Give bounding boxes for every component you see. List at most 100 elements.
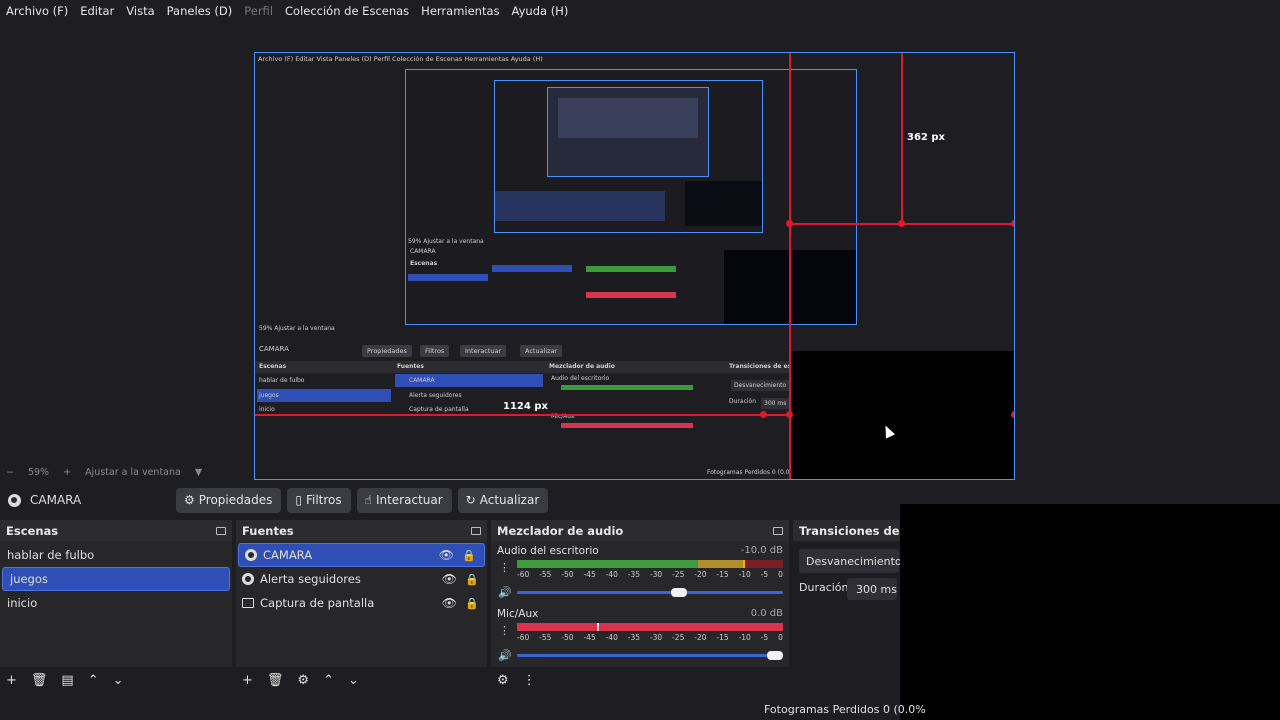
lock-icon[interactable]: 🔒 — [465, 597, 479, 610]
menu-scene-collection[interactable]: Colección de Escenas — [285, 4, 409, 18]
meter-tick-label: -50 — [561, 633, 574, 642]
mixer-dock-header: Mezclador de audio — [491, 520, 789, 541]
speaker-icon[interactable]: 🔊 — [498, 586, 512, 599]
source-item[interactable]: Captura de pantalla 👁 🔒 — [236, 591, 487, 615]
meter-tick-label: -15 — [716, 570, 729, 579]
mixer-title: Mezclador de audio — [497, 523, 624, 538]
preview-canvas[interactable]: Archivo (F) Editar Vista Paneles (D) Per… — [254, 52, 1015, 480]
eye-icon[interactable]: 👁 — [442, 596, 457, 610]
kebab-menu-icon[interactable]: ⋮ — [499, 561, 510, 574]
refresh-button[interactable]: ↻ Actualizar — [457, 487, 549, 513]
gear-icon[interactable]: ⚙ — [297, 673, 309, 688]
fit-window-label[interactable]: Ajustar a la ventana — [85, 467, 181, 478]
transition-select[interactable]: Desvanecimiento — [799, 549, 902, 573]
source-item-selected[interactable]: CAMARA 👁 🔒 — [238, 543, 485, 567]
speaker-icon[interactable]: 🔊 — [498, 649, 512, 662]
scene-item-selected[interactable]: juegos — [2, 567, 230, 591]
filters-button[interactable]: ▯ Filtros — [287, 487, 351, 513]
sources-list: CAMARA 👁 🔒 Alerta seguidores 👁 🔒 Captura… — [236, 541, 487, 667]
eye-icon[interactable]: 👁 — [442, 572, 457, 586]
meter-tick-label: -60 — [517, 633, 530, 642]
add-icon[interactable]: + — [6, 673, 17, 688]
kebab-menu-icon[interactable]: ⋮ — [523, 673, 536, 688]
nested-meter-green — [586, 266, 676, 272]
mini-ch2-meter — [561, 423, 693, 428]
float-dock-icon[interactable] — [471, 526, 481, 535]
meter-tick-label: -10 — [738, 633, 751, 642]
zoom-out-button[interactable]: − — [6, 467, 14, 478]
add-icon[interactable]: + — [242, 673, 253, 688]
menu-docks[interactable]: Paneles (D) — [167, 4, 233, 18]
menu-bar: Archivo (F) Editar Vista Paneles (D) Per… — [0, 0, 1280, 22]
mini-source-1: CAMARA — [409, 377, 435, 384]
volume-slider-knob[interactable] — [671, 588, 688, 597]
scene-label: juegos — [10, 572, 48, 586]
transitions-dock: Transiciones de esc Desvanecimiento Dura… — [793, 520, 903, 693]
guide-handle-mid[interactable] — [760, 411, 767, 418]
menu-tools[interactable]: Herramientas — [421, 4, 499, 18]
scene-item[interactable]: inicio — [0, 591, 232, 615]
chevron-up-icon[interactable]: ⌃ — [88, 673, 99, 688]
filter-icon: ▯ — [295, 493, 302, 507]
source-label: Alerta seguidores — [260, 572, 361, 586]
meter-tick-label: -25 — [672, 570, 685, 579]
mini-filters: Filtros — [420, 345, 450, 357]
mini-mixer-title: Mezclador de audio — [549, 363, 615, 370]
peak-marker — [596, 623, 599, 631]
menu-help[interactable]: Ayuda (H) — [512, 4, 569, 18]
menu-edit[interactable]: Editar — [80, 4, 114, 18]
nested-menu-bar: Archivo (F) Editar Vista Paneles (D) Per… — [258, 55, 543, 63]
meter-tick-label: -15 — [716, 633, 729, 642]
trash-icon[interactable]: 🗑 — [267, 673, 284, 688]
menu-view[interactable]: Vista — [126, 4, 154, 18]
current-source: CAMARA — [8, 493, 176, 507]
meter-tick-label: -10 — [738, 570, 751, 579]
guide-handle-tl[interactable] — [786, 220, 793, 227]
interact-button[interactable]: ☝ Interactuar — [356, 487, 452, 513]
scenes-title: Escenas — [6, 523, 59, 538]
guide-handle-tr[interactable] — [1011, 220, 1014, 227]
preview-area[interactable]: Archivo (F) Editar Vista Paneles (D) Per… — [0, 22, 1280, 480]
mixer-body: Audio del escritorio -10.0 dB ⋮ -60 -55 -5… — [491, 541, 789, 667]
meter-tick-label: -35 — [627, 570, 641, 579]
chevron-down-icon[interactable]: ▼ — [195, 467, 202, 478]
gear-icon[interactable]: ⚙ — [497, 673, 509, 688]
volume-slider-knob[interactable] — [767, 651, 783, 660]
volume-slider[interactable] — [517, 591, 783, 594]
menu-profile[interactable]: Perfil — [244, 4, 273, 18]
mini-durv: 300 ms — [761, 398, 790, 409]
kebab-menu-icon[interactable]: ⋮ — [499, 624, 510, 637]
meter-tick-label: -20 — [694, 633, 707, 642]
mini-sources-title: Fuentes — [397, 363, 424, 370]
meter-tick-label: -40 — [605, 633, 618, 642]
scene-item[interactable]: hablar de fulbo — [0, 543, 232, 567]
chevron-up-icon[interactable]: ⌃ — [323, 673, 334, 688]
volume-meter — [517, 560, 783, 568]
eye-icon[interactable]: 👁 — [439, 548, 454, 562]
source-item[interactable]: Alerta seguidores 👁 🔒 — [236, 567, 487, 591]
mini-ch1: Audio del escritorio — [551, 375, 610, 382]
guide-handle-top[interactable] — [898, 220, 905, 227]
duration-input[interactable]: 300 ms — [847, 578, 897, 600]
source-label: Captura de pantalla — [260, 596, 375, 610]
lock-icon[interactable]: 🔒 — [465, 573, 479, 586]
filter-icon[interactable]: ▤ — [61, 673, 73, 688]
lock-icon[interactable]: 🔒 — [462, 549, 476, 562]
menu-file[interactable]: Archivo (F) — [6, 4, 68, 18]
chevron-down-icon[interactable]: ⌄ — [348, 673, 359, 688]
float-dock-icon[interactable] — [216, 526, 226, 535]
zoom-in-button[interactable]: + — [63, 467, 71, 478]
chevron-down-icon[interactable]: ⌄ — [113, 673, 124, 688]
float-dock-icon[interactable] — [773, 526, 783, 535]
trash-icon[interactable]: 🗑 — [31, 673, 48, 688]
guide-handle-left[interactable] — [786, 411, 793, 418]
mini-camera: CAMARA — [259, 345, 289, 353]
meter-tick-label: -55 — [539, 633, 552, 642]
interact-label: Interactuar — [375, 493, 443, 507]
properties-button[interactable]: ⚙ Propiedades — [176, 487, 282, 513]
mini-transitions-title: Transiciones de es — [729, 363, 792, 370]
meter-tick-label: -45 — [583, 633, 596, 642]
mini-scene-1: hablar de fulbo — [259, 377, 305, 384]
guide-handle-right[interactable] — [1011, 411, 1014, 418]
volume-slider[interactable] — [517, 654, 783, 657]
